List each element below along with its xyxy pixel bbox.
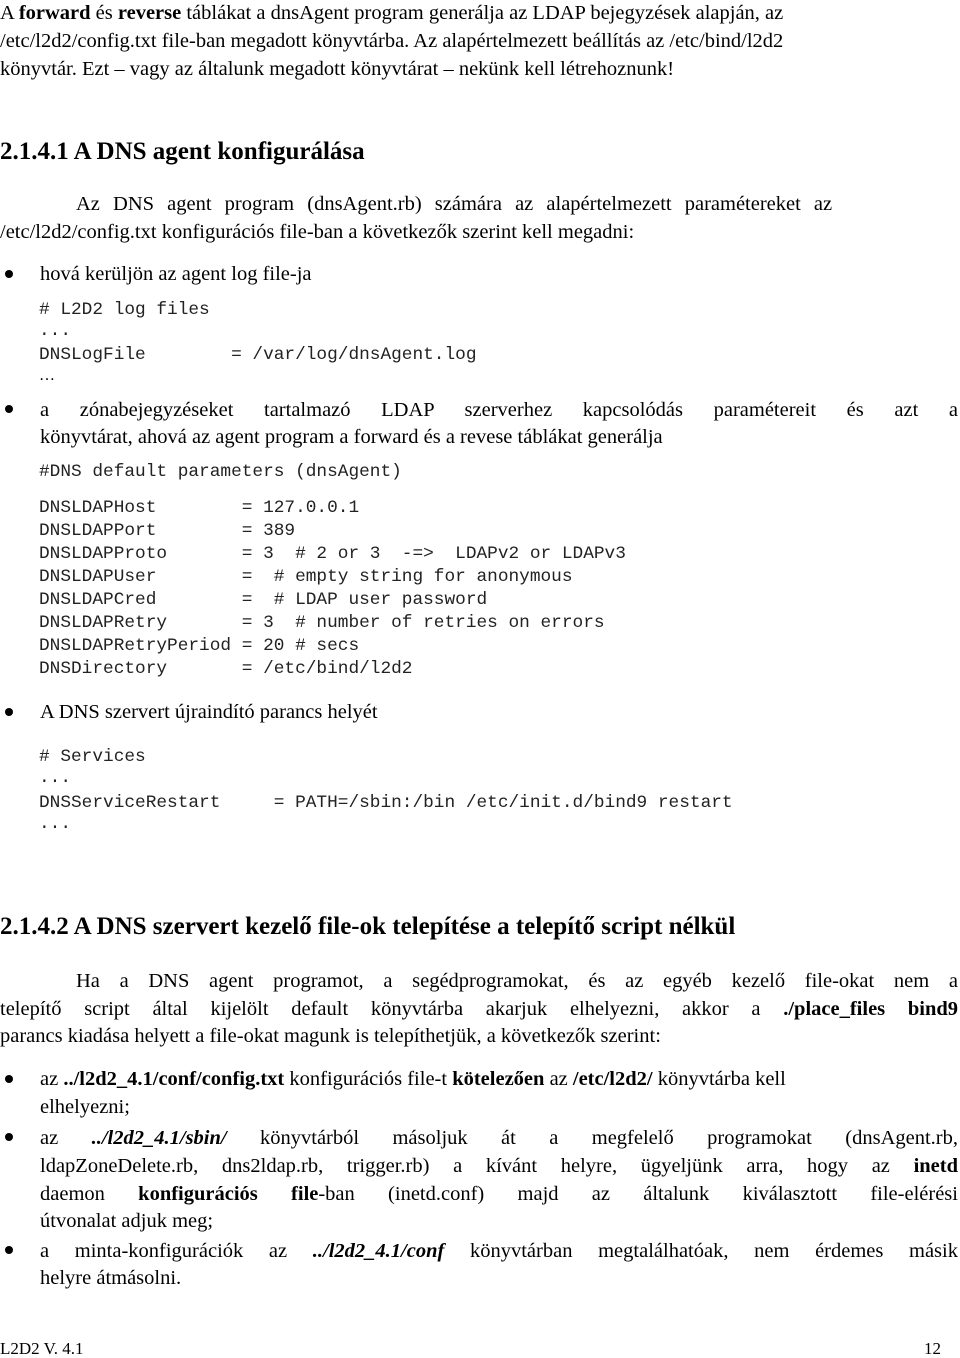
code-line: # L2D2 log files [39,300,210,320]
path-config-txt: ../l2d2_4.1/conf/config.txt [63,1068,285,1090]
bullet-icon [5,1246,13,1254]
ellipsis: … [39,367,55,384]
path-conf: ../l2d2_4.1/conf [312,1240,445,1262]
section2-para-line-2: telepítő script által kijelölt default k… [0,998,959,1020]
install-bullet-conf-line-2: helyre átmásolni. [40,1267,182,1289]
section1-para-line-2: /etc/l2d2/config.txt konfigurációs file-… [0,221,635,243]
section2-para-line-1: Ha a DNS agent programot, a segédprogram… [76,970,958,992]
path-sbin: ../l2d2_4.1/sbin/ [91,1127,227,1149]
section-heading-2-1-4-2: 2.1.4.2 A DNS szervert kezelő file-ok te… [0,913,736,940]
bullet-icon [5,1075,13,1083]
code-line: DNSLDAPHost = 127.0.0.1 [39,498,360,518]
section2-para-line-3: parancs kiadása helyett a file-okat magu… [0,1025,661,1047]
install-bullet-sbin-line-1: az ../l2d2_4.1/sbin/ könyvtárból másolju… [40,1127,958,1149]
term-forward: forward [18,2,91,24]
command-place-files: ./place_files bind9 [783,998,959,1020]
code-line: DNSLogFile = /var/log/dnsAgent.log [39,345,477,365]
bullet-icon [5,405,13,413]
bullet-icon [5,708,13,716]
code-line: DNSLDAPRetryPeriod = 20 # secs [39,636,360,656]
code-line: DNSServiceRestart = PATH=/sbin:/bin /etc… [39,793,733,813]
install-bullet-conf-line-1: a minta-konfigurációk az ../l2d2_4.1/con… [40,1240,958,1262]
install-bullet-sbin-line-2: ldapZoneDelete.rb, dns2ldap.rb, trigger.… [40,1155,958,1177]
bullet-ldap-line-1: a zónabejegyzéseket tartalmazó LDAP szer… [40,399,958,421]
bullet-icon [5,270,13,278]
code-line: ... [39,768,72,788]
bullet-icon [5,1133,13,1141]
code-line: DNSLDAPCred = # LDAP user password [39,590,488,610]
intro-line-3: könyvtár. Ezt – vagy az általunk megadot… [0,58,675,80]
bullet-log-file-text: hová kerüljön az agent log file-ja [40,263,312,285]
code-line: ... [39,814,72,834]
code-line: DNSLDAPRetry = 3 # number of retries on … [39,613,605,633]
code-line: DNSLDAPPort = 389 [39,521,296,541]
install-bullet-sbin-line-3: daemon konfigurációs file-ban (inetd.con… [40,1183,958,1205]
code-header: #DNS default parameters (dnsAgent) [39,462,402,482]
code-line: DNSDirectory = /etc/bind/l2d2 [39,659,413,679]
page-number: 12 [924,1339,941,1358]
install-bullet-config-line-1: az ../l2d2_4.1/conf/config.txt konfigurá… [40,1068,786,1090]
bullet-ldap-line-2: könyvtárat, ahová az agent program a for… [40,426,663,448]
intro-line-1: A forward és reverse táblákat a dnsAgent… [0,2,784,24]
section1-para-line-1: Az DNS agent program (dnsAgent.rb) számá… [76,193,833,215]
install-bullet-config-line-2: elhelyezni; [40,1096,130,1118]
footer-version: L2D2 V. 4.1 [0,1339,84,1358]
term-reverse: reverse [117,2,182,24]
path-etc-l2d2: /etc/l2d2/ [572,1068,653,1090]
intro-line-2: /etc/l2d2/config.txt file-ban megadott k… [0,30,784,52]
code-line: ... [39,321,72,341]
bullet-restart-text: A DNS szervert újraindító parancs helyét [40,701,378,723]
code-line: DNSLDAPProto = 3 # 2 or 3 -=> LDAPv2 or … [39,544,626,564]
section-heading-2-1-4-1: 2.1.4.1 A DNS agent konfigurálása [0,138,365,165]
term-inetd: inetd [913,1155,958,1177]
install-bullet-sbin-line-4: útvonalat adjuk meg; [40,1210,214,1232]
code-line: # Services [39,747,146,767]
code-line: DNSLDAPUser = # empty string for anonymo… [39,567,573,587]
